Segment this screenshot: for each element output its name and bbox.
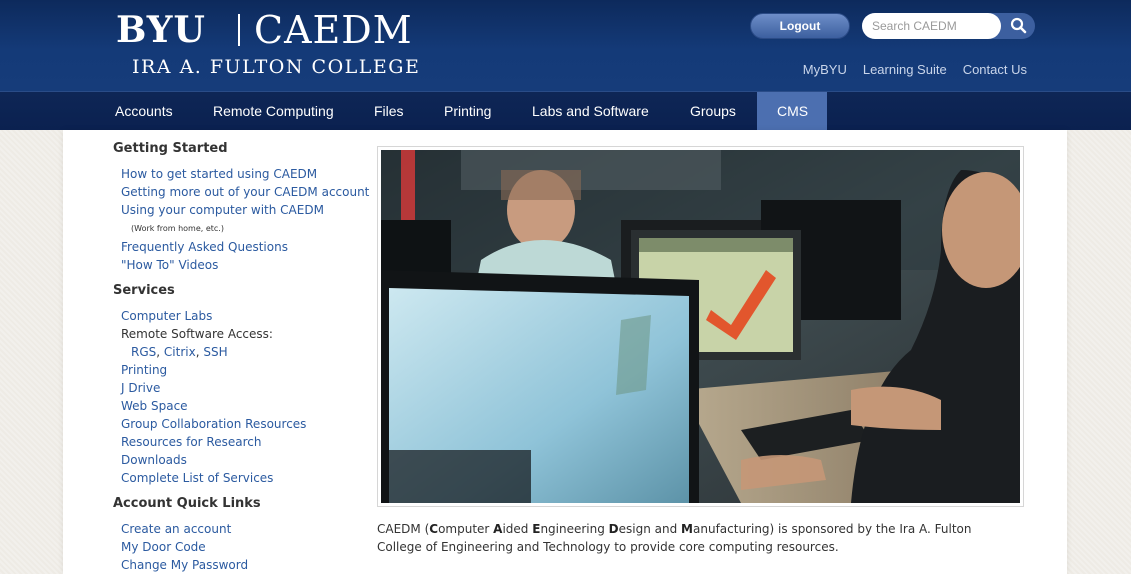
link-mybyu[interactable]: MyBYU (803, 62, 847, 78)
link-rgs[interactable]: RGS (131, 345, 156, 359)
logout-button[interactable]: Logout (750, 13, 850, 39)
note-work-from-home: (Work from home, etc.) (131, 224, 224, 233)
search-box (862, 13, 1035, 39)
intro-paragraph: CAEDM (Computer Aided Engineering Design… (377, 522, 972, 554)
nav-remote-computing[interactable]: Remote Computing (193, 92, 354, 130)
logo-divider (238, 14, 240, 46)
link-door-code[interactable]: My Door Code (113, 538, 375, 556)
nav-groups[interactable]: Groups (670, 92, 756, 130)
logo-college[interactable]: IRA A. FULTON COLLEGE (132, 56, 420, 78)
label-remote-software-access: Remote Software Access: (121, 327, 273, 341)
nav-printing[interactable]: Printing (424, 92, 511, 130)
link-contact-us[interactable]: Contact Us (963, 62, 1027, 78)
link-research-resources[interactable]: Resources for Research (113, 433, 375, 451)
link-printing[interactable]: Printing (113, 361, 375, 379)
search-button[interactable] (1003, 13, 1035, 39)
hero-image-frame (377, 146, 1024, 507)
nav-files[interactable]: Files (354, 92, 424, 130)
link-learning-suite[interactable]: Learning Suite (863, 62, 947, 78)
link-downloads[interactable]: Downloads (113, 451, 375, 469)
link-getting-more[interactable]: Getting more out of your CAEDM account (113, 183, 375, 201)
link-how-to-videos[interactable]: "How To" Videos (113, 256, 375, 274)
heading-getting-started: Getting Started (113, 141, 228, 156)
link-computer-labs[interactable]: Computer Labs (113, 307, 375, 325)
link-citrix[interactable]: Citrix (164, 345, 196, 359)
utility-links: MyBYU Learning Suite Contact Us (803, 62, 1027, 78)
heading-account-quick-links: Account Quick Links (113, 496, 261, 511)
main-content: Getting Started How to get started using… (63, 130, 1067, 574)
main-nav: Accounts Remote Computing Files Printing… (0, 91, 1131, 130)
nav-cms[interactable]: CMS (757, 92, 827, 130)
link-complete-services[interactable]: Complete List of Services (113, 469, 375, 487)
link-get-started[interactable]: How to get started using CAEDM (113, 165, 375, 183)
link-j-drive[interactable]: J Drive (113, 379, 375, 397)
hero-image (381, 150, 1020, 503)
link-web-space[interactable]: Web Space (113, 397, 375, 415)
nav-accounts[interactable]: Accounts (95, 92, 193, 130)
logo-byu[interactable]: BYU (116, 10, 206, 50)
sidebar: Getting Started How to get started using… (113, 140, 375, 574)
search-input[interactable] (862, 13, 1001, 39)
link-create-account[interactable]: Create an account (113, 520, 375, 538)
site-header: BYU CAEDM IRA A. FULTON COLLEGE Logout M… (0, 0, 1131, 91)
lab-photo-illustration (381, 150, 1020, 503)
magnifier-icon (1010, 17, 1027, 34)
link-group-collaboration[interactable]: Group Collaboration Resources (113, 415, 375, 433)
link-using-computer[interactable]: Using your computer with CAEDM (113, 201, 375, 219)
logo-caedm[interactable]: CAEDM (254, 10, 413, 50)
remote-access-links: RGS, Citrix, SSH (131, 345, 228, 359)
link-faq[interactable]: Frequently Asked Questions (113, 238, 375, 256)
link-ssh[interactable]: SSH (203, 345, 227, 359)
nav-labs-and-software[interactable]: Labs and Software (512, 92, 669, 130)
link-change-password[interactable]: Change My Password (113, 556, 375, 574)
heading-services: Services (113, 283, 175, 298)
